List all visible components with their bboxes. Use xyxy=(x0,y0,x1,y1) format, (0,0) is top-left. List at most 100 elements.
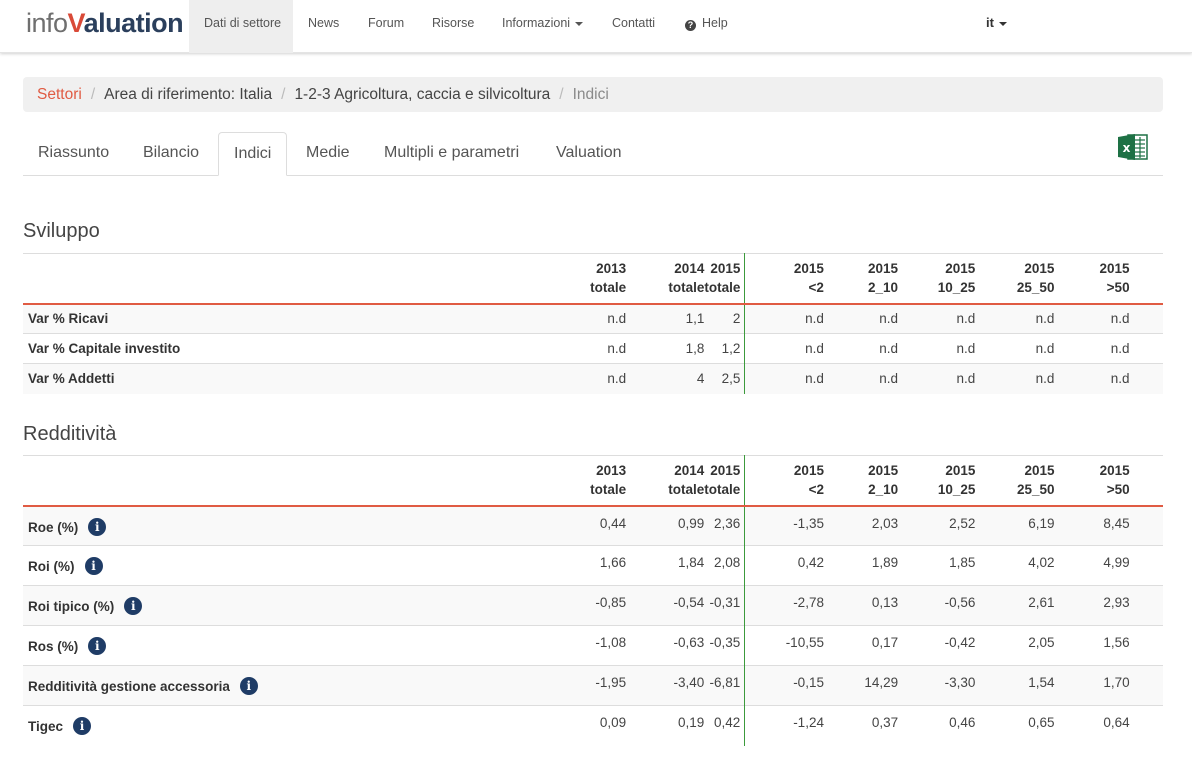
info-circle-icon[interactable]: i xyxy=(73,717,92,735)
table-sviluppo: 2013 totale 2014 totale 2015 totale 2015 <2 2015… xyxy=(23,253,1163,394)
header-label-cell xyxy=(23,253,545,305)
nav-news[interactable]: News xyxy=(308,0,339,53)
question-circle-icon: ? xyxy=(685,20,696,31)
column-header-year: 2015 xyxy=(1099,261,1130,277)
column-header-year: 2013 xyxy=(596,261,627,277)
column-header: 2015 2_10 xyxy=(823,455,899,507)
table-cell: 1,8 xyxy=(626,333,705,364)
excel-export-icon[interactable]: x xyxy=(1117,133,1148,161)
tab-indici[interactable]: Indici xyxy=(218,132,288,176)
info-circle-icon[interactable]: i xyxy=(88,517,107,536)
nav-informazioni-label: Informazioni xyxy=(502,16,571,30)
column-header-group: totale xyxy=(704,482,741,498)
column-header-year: 2013 xyxy=(596,463,627,479)
tab-riassunto[interactable]: Riassunto xyxy=(23,132,124,176)
column-header-group: >50 xyxy=(1106,482,1130,498)
column-header-year: 2015 xyxy=(868,261,899,277)
table-cell: 0,19 xyxy=(626,705,705,746)
row-label: Var % Ricavi xyxy=(23,303,545,334)
row-label: Roi tipico (%) i xyxy=(23,585,545,626)
table-cell: n.d xyxy=(544,363,627,394)
info-circle-icon[interactable]: i xyxy=(84,557,103,575)
table-cell: 0,64 xyxy=(1054,705,1130,746)
table-cell: 1,66 xyxy=(544,545,627,586)
table-cell: -1,95 xyxy=(544,665,627,706)
row-label-text: Tigec xyxy=(28,719,64,734)
info-circle-icon[interactable]: i xyxy=(124,597,143,615)
nav-contatti[interactable]: Contatti xyxy=(612,0,655,53)
table-cell: 4,99 xyxy=(1054,545,1130,586)
header-label-cell xyxy=(23,455,545,507)
table-cell: 1,56 xyxy=(1054,625,1130,666)
table-cell: 8,45 xyxy=(1054,505,1130,546)
language-dropdown[interactable]: it xyxy=(986,0,1007,46)
breadcrumb-separator: / xyxy=(281,86,286,103)
breadcrumb-separator: / xyxy=(90,86,96,103)
table-cell: -0,85 xyxy=(544,585,627,626)
table-cell: -0,35 xyxy=(704,625,746,666)
table-cell: n.d xyxy=(1054,303,1130,334)
table-cell: n.d xyxy=(1054,333,1130,364)
tab-bar: Riassunto Bilancio Indici Medie Multipli… xyxy=(23,132,1163,176)
table-cell: 4,02 xyxy=(975,545,1055,586)
row-label: Roi (%) i xyxy=(23,545,545,586)
tab-valuation[interactable]: Valuation xyxy=(541,132,637,176)
breadcrumb-sector[interactable]: 1-2-3 Agricoltura, caccia e silvicoltura xyxy=(294,86,550,103)
column-header: 2015 totale xyxy=(704,455,746,507)
section-title-redditivita: Redditività xyxy=(23,423,117,445)
tab-medie[interactable]: Medie xyxy=(291,132,365,176)
row-label: Redditività gestione accessoria i xyxy=(23,665,545,706)
logo[interactable]: infoValuation xyxy=(26,8,184,39)
nav-informazioni-dropdown[interactable]: Informazioni xyxy=(502,0,584,53)
tab-multipli-e-parametri[interactable]: Multipli e parametri xyxy=(369,132,534,176)
table-cell: -1,24 xyxy=(756,705,824,746)
table-cell: 1,54 xyxy=(975,665,1055,706)
table-body: Roe (%) i 0,44 0,99 2,36 -1,35 2,03 2,52 6,19 8,4… xyxy=(23,505,1163,746)
breadcrumb-settori[interactable]: Settori xyxy=(37,86,82,103)
column-header: 2015 25_50 xyxy=(975,253,1055,305)
nav-risorse[interactable]: Risorse xyxy=(432,0,474,53)
table-row: Ros (%) i -1,08 -0,63 -0,35 -10,55 0,17 -0,42 2,… xyxy=(23,625,1163,666)
row-end-cell xyxy=(1129,665,1163,706)
table-row: Roe (%) i 0,44 0,99 2,36 -1,35 2,03 2,52 6,19 8,4… xyxy=(23,505,1163,546)
column-header-group: totale xyxy=(590,280,627,296)
table-cell: n.d xyxy=(898,363,976,394)
row-label-text: Var % Capitale investito xyxy=(28,341,181,356)
row-label-text: Var % Addetti xyxy=(28,371,115,387)
table-cell: 2,03 xyxy=(823,505,899,546)
info-circle-icon[interactable]: i xyxy=(88,637,107,655)
table-cell: -6,81 xyxy=(704,665,746,706)
table-cell: 2,36 xyxy=(704,505,746,546)
table-cell: 1,84 xyxy=(626,545,705,586)
nav-dati-di-settore[interactable]: Dati di settore xyxy=(189,0,293,53)
column-header-group: 2_10 xyxy=(868,482,899,498)
table-row: Roi (%) i 1,66 1,84 2,08 0,42 1,89 1,85 4,02 4,99 xyxy=(23,545,1163,586)
column-header-group: 10_25 xyxy=(937,482,976,498)
breadcrumb-area[interactable]: Area di riferimento: Italia xyxy=(104,86,272,103)
cell-spacer xyxy=(744,363,757,394)
column-header-group: 10_25 xyxy=(937,280,976,296)
nav-help[interactable]: ? Help xyxy=(685,0,728,53)
table-cell: 2,93 xyxy=(1054,585,1130,626)
table-cell: -1,35 xyxy=(756,505,824,546)
column-header-year: 2015 xyxy=(710,261,741,277)
row-end-cell xyxy=(1129,625,1163,666)
row-label-text: Roe (%) xyxy=(28,519,79,535)
column-header-group: totale xyxy=(668,280,705,296)
table-cell: 0,13 xyxy=(823,585,899,626)
row-label-text: Roi tipico (%) xyxy=(28,599,115,614)
column-header-year: 2015 xyxy=(1099,463,1130,479)
info-circle-icon[interactable]: i xyxy=(239,677,258,695)
column-header: 2013 totale xyxy=(544,455,627,507)
column-header: 2015 10_25 xyxy=(898,253,976,305)
nav-forum[interactable]: Forum xyxy=(368,0,404,53)
table-cell: -3,40 xyxy=(626,665,705,706)
tab-bilancio[interactable]: Bilancio xyxy=(128,132,214,176)
row-end-cell xyxy=(1129,333,1163,364)
svg-text:x: x xyxy=(1123,141,1131,155)
table-redditivita: 2013 totale 2014 totale 2015 totale 2015 <2 2015… xyxy=(23,455,1163,746)
cell-spacer xyxy=(744,665,757,706)
table-cell: n.d xyxy=(1054,363,1130,394)
table-cell: 4 xyxy=(626,363,705,394)
table-cell: n.d xyxy=(544,303,627,334)
